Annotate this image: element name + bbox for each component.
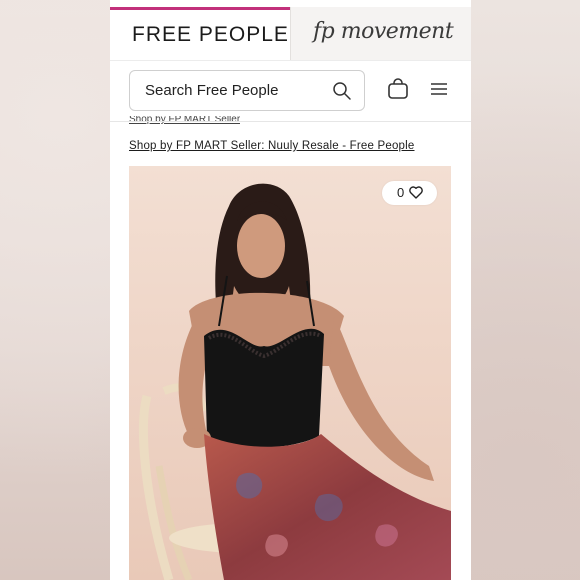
divider: [110, 121, 471, 122]
brand-tabs: FREE PEOPLE fp movement: [110, 7, 471, 60]
product-photo-illustration: [129, 166, 451, 580]
search-icon[interactable]: [332, 81, 352, 106]
seller-shop-link[interactable]: Shop by FP MART Seller: Nuuly Resale - F…: [129, 140, 415, 152]
like-count: 0: [397, 185, 405, 200]
clipped-seller-link[interactable]: Shop by FP MART Seller: [129, 116, 240, 124]
product-image[interactable]: 0: [129, 166, 451, 580]
shopping-bag-icon[interactable]: [387, 78, 409, 105]
search-input[interactable]: Search Free People: [129, 70, 365, 111]
divider: [110, 60, 471, 61]
tab-fp-movement[interactable]: fp movement: [290, 7, 471, 60]
hamburger-menu-icon[interactable]: [430, 82, 448, 101]
like-button[interactable]: 0: [382, 181, 437, 205]
search-placeholder: Search Free People: [145, 82, 279, 99]
phone-screen: FREE PEOPLE fp movement Search Free Peop…: [110, 0, 471, 580]
tab-free-people-label: FREE PEOPLE: [132, 23, 289, 46]
tab-fp-movement-label: fp movement: [313, 19, 454, 44]
heart-icon: [409, 186, 423, 204]
tab-free-people[interactable]: FREE PEOPLE: [110, 7, 290, 60]
